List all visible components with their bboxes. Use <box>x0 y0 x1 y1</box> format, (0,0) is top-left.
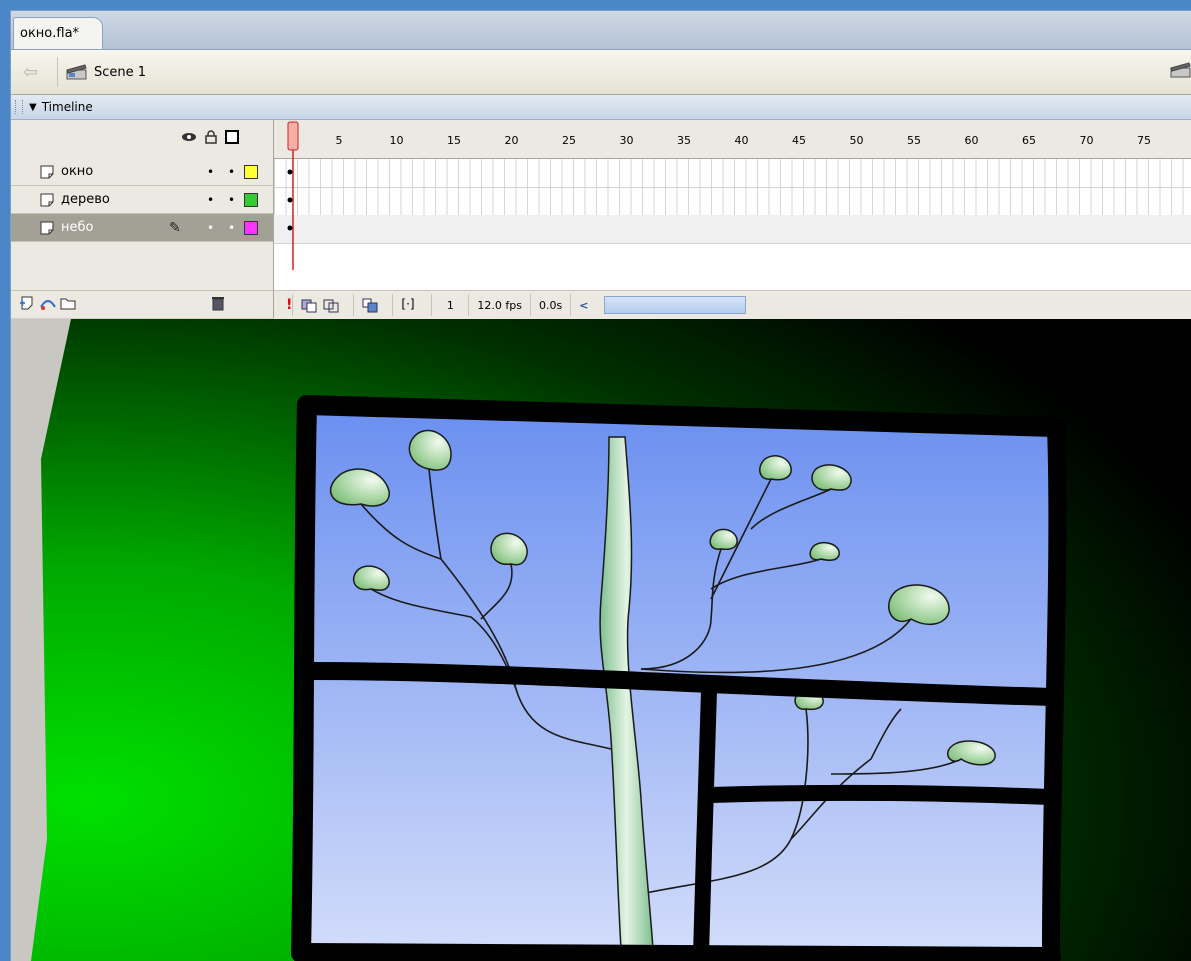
modify-onion-markers-icon[interactable]: [·] <box>401 297 417 313</box>
document-tab-label: окно.fla* <box>20 26 80 41</box>
clapperboard-icon <box>66 64 88 80</box>
edit-scene-icon[interactable] <box>1170 62 1191 78</box>
layer-name: дерево <box>61 192 110 207</box>
onion-skin-tools <box>292 294 353 316</box>
ruler-frame-number: 25 <box>562 134 576 147</box>
ruler-frame-number: 50 <box>849 134 864 147</box>
visibility-dot[interactable]: • <box>207 193 214 207</box>
insert-layer-icon[interactable] <box>19 295 35 315</box>
collapse-triangle-icon[interactable]: ▼ <box>29 102 37 113</box>
ruler-frame-number: 20 <box>504 134 519 147</box>
separator <box>57 57 58 87</box>
ruler-frame-number: 45 <box>792 134 806 147</box>
layer-color-box[interactable] <box>244 164 258 179</box>
ruler-frame-number: 40 <box>734 134 749 147</box>
horizontal-scroll-thumb[interactable] <box>604 296 747 314</box>
frames-area[interactable]: 5 10 15 20 25 30 35 40 45 50 55 60 65 70 75 ! <box>274 120 1191 319</box>
outline-icon[interactable] <box>225 130 239 148</box>
frame-ruler[interactable]: 5 10 15 20 25 30 35 40 45 50 55 60 65 70 75 <box>274 120 1191 159</box>
lock-icon[interactable] <box>205 130 217 148</box>
insert-folder-icon[interactable] <box>59 295 77 315</box>
stage-artwork <box>31 319 1191 961</box>
eye-icon[interactable] <box>181 131 197 147</box>
frame-rate: 12.0 fps <box>468 294 530 316</box>
playhead[interactable] <box>286 120 300 270</box>
pencil-icon: ✎ <box>169 219 181 236</box>
onion-skin-outlines-icon[interactable] <box>323 297 339 313</box>
add-motion-guide-icon[interactable] <box>39 295 57 315</box>
layer-page-icon <box>40 165 54 178</box>
layer-page-icon <box>40 221 54 234</box>
ruler-frame-number: 55 <box>907 134 921 147</box>
panel-grip-icon[interactable] <box>15 100 23 114</box>
elapsed-time: 0.0s <box>529 294 570 316</box>
lock-dot[interactable]: • <box>228 193 235 207</box>
timeline-panel-header[interactable]: ▼ Timeline <box>11 95 1191 120</box>
flash-window: окно.fla* ⇦ Scene 1 ▼ Timeline окно • • … <box>10 10 1191 961</box>
frame-row[interactable] <box>274 215 1191 244</box>
layer-tools <box>11 290 273 319</box>
ruler-frame-number: 75 <box>1137 134 1151 147</box>
timeline-title: Timeline <box>41 100 93 114</box>
edit-bar: ⇦ Scene 1 <box>11 50 1191 95</box>
ruler-frame-number: 5 <box>335 134 343 147</box>
layer-row-okno[interactable]: окно • • <box>11 158 273 186</box>
frame-row[interactable] <box>274 187 1191 216</box>
edit-multiple-frames <box>353 294 392 316</box>
current-frame: 1 <box>431 294 468 316</box>
timeline-body: окно • • дерево • • небо ✎ • • 5 10 15 2… <box>11 120 1191 319</box>
timeline-statusbar: ! [·] 1 12.0 fps 0.0s < <box>274 290 1191 319</box>
document-tab-bar: окно.fla* <box>11 11 1191 50</box>
scroll-left-button[interactable]: < <box>570 294 596 316</box>
ruler-frame-number: 65 <box>1022 134 1036 147</box>
layer-name: небо <box>61 220 94 235</box>
trash-icon[interactable] <box>211 295 225 315</box>
layer-color-box[interactable] <box>244 220 258 235</box>
ruler-frame-number: 10 <box>389 134 404 147</box>
layer-page-icon <box>40 193 54 206</box>
onion-skin-icon[interactable] <box>301 297 317 313</box>
modify-onion-markers: [·] <box>392 294 431 316</box>
scene-label[interactable]: Scene 1 <box>94 65 146 80</box>
ruler-frame-number: 60 <box>964 134 979 147</box>
layer-column-icons <box>181 130 239 148</box>
back-arrow-icon[interactable]: ⇦ <box>23 62 53 83</box>
lock-dot[interactable]: • <box>228 221 235 235</box>
layers-column: окно • • дерево • • небо ✎ • • <box>11 120 274 318</box>
frame-grid[interactable] <box>274 159 1191 244</box>
stage[interactable] <box>11 319 1191 961</box>
ruler-frame-number: 70 <box>1079 134 1094 147</box>
ruler-frame-number: 15 <box>447 134 461 147</box>
lock-dot[interactable]: • <box>228 165 235 179</box>
visibility-dot[interactable]: • <box>207 165 214 179</box>
layer-row-derevo[interactable]: дерево • • <box>11 186 273 214</box>
ruler-frame-number: 35 <box>677 134 691 147</box>
layer-color-box[interactable] <box>244 192 258 207</box>
layer-row-nebo[interactable]: небо ✎ • • <box>11 214 273 242</box>
frame-row[interactable] <box>274 159 1191 188</box>
layer-name: окно <box>61 164 94 179</box>
document-tab[interactable]: окно.fla* <box>13 17 103 49</box>
edit-multiple-frames-icon[interactable] <box>362 297 378 313</box>
visibility-dot[interactable]: • <box>207 221 214 235</box>
ruler-frame-number: 30 <box>619 134 634 147</box>
